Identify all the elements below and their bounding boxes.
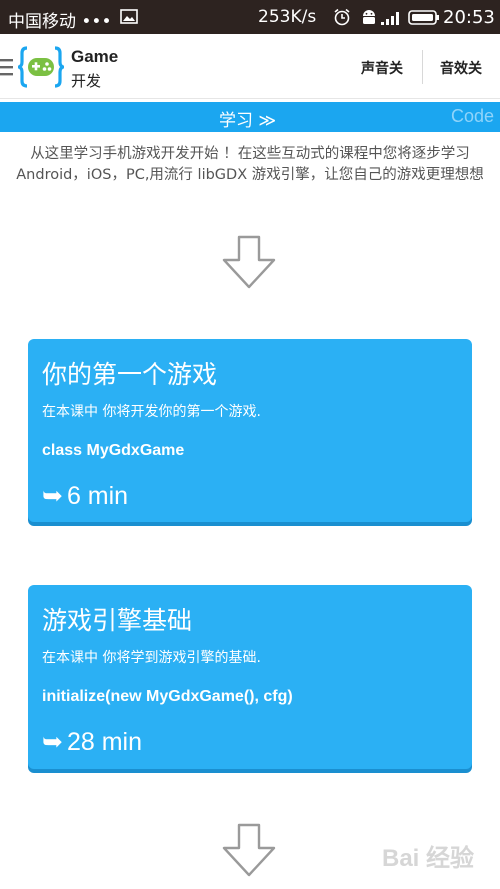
down-arrow-icon [222,823,276,877]
header-divider [422,50,423,84]
tab-bar: 学习 ≫ Code [0,102,500,132]
network-speed: 253K/s [258,7,317,27]
battery-icon [408,10,439,25]
lesson-description: 在本课中 你将学到游戏引擎的基础. [42,650,261,666]
app-title: Game [71,47,119,66]
gamepad-logo-icon [18,46,64,88]
signal-icon [381,12,399,25]
tab-code[interactable]: Code [451,106,494,127]
tab-learn[interactable]: 学习 ≫ [219,106,276,131]
menu-icon[interactable] [0,56,14,78]
lesson-duration-value: 28 min [66,728,142,756]
hook-arrow-icon: ➥ [42,482,63,510]
app-subtitle: 开发 [71,72,102,90]
android-icon [363,10,375,24]
lesson-card[interactable]: 游戏引擎基础 在本课中 你将学到游戏引擎的基础. initialize(new … [28,585,472,769]
effects-toggle-button[interactable]: 音效关 [440,58,482,78]
lesson-description: 在本课中 你将开发你的第一个游戏. [42,404,261,420]
lesson-duration: ➥ 28 min [42,727,142,757]
alarm-icon [334,8,350,26]
lesson-duration: ➥ 6 min [42,481,128,511]
clock: 20:53 [443,7,495,28]
lesson-title: 你的第一个游戏 [42,360,218,389]
watermark: Bai 经验 [382,845,475,872]
photo-icon [120,9,138,24]
sound-toggle-button[interactable]: 声音关 [361,58,403,78]
intro-text: 从这里学习手机游戏开发开始 ！在这些互动式的课程中您将逐步学习 Android，… [16,146,484,183]
carrier-label: 中国移动 ••• [8,12,112,32]
hook-arrow-icon: ➥ [42,728,63,756]
app-header: Game 开发 声音关 音效关 [0,34,500,99]
status-bar: 中国移动 ••• 253K/s 20:53 [0,0,500,34]
down-arrow-icon [222,235,276,289]
lesson-code: initialize(new MyGdxGame(), cfg) [42,688,293,705]
lesson-card[interactable]: 你的第一个游戏 在本课中 你将开发你的第一个游戏. class MyGdxGam… [28,339,472,522]
lesson-title: 游戏引擎基础 [42,606,193,635]
lesson-code: class MyGdxGame [42,442,185,459]
lesson-duration-value: 6 min [66,482,129,510]
